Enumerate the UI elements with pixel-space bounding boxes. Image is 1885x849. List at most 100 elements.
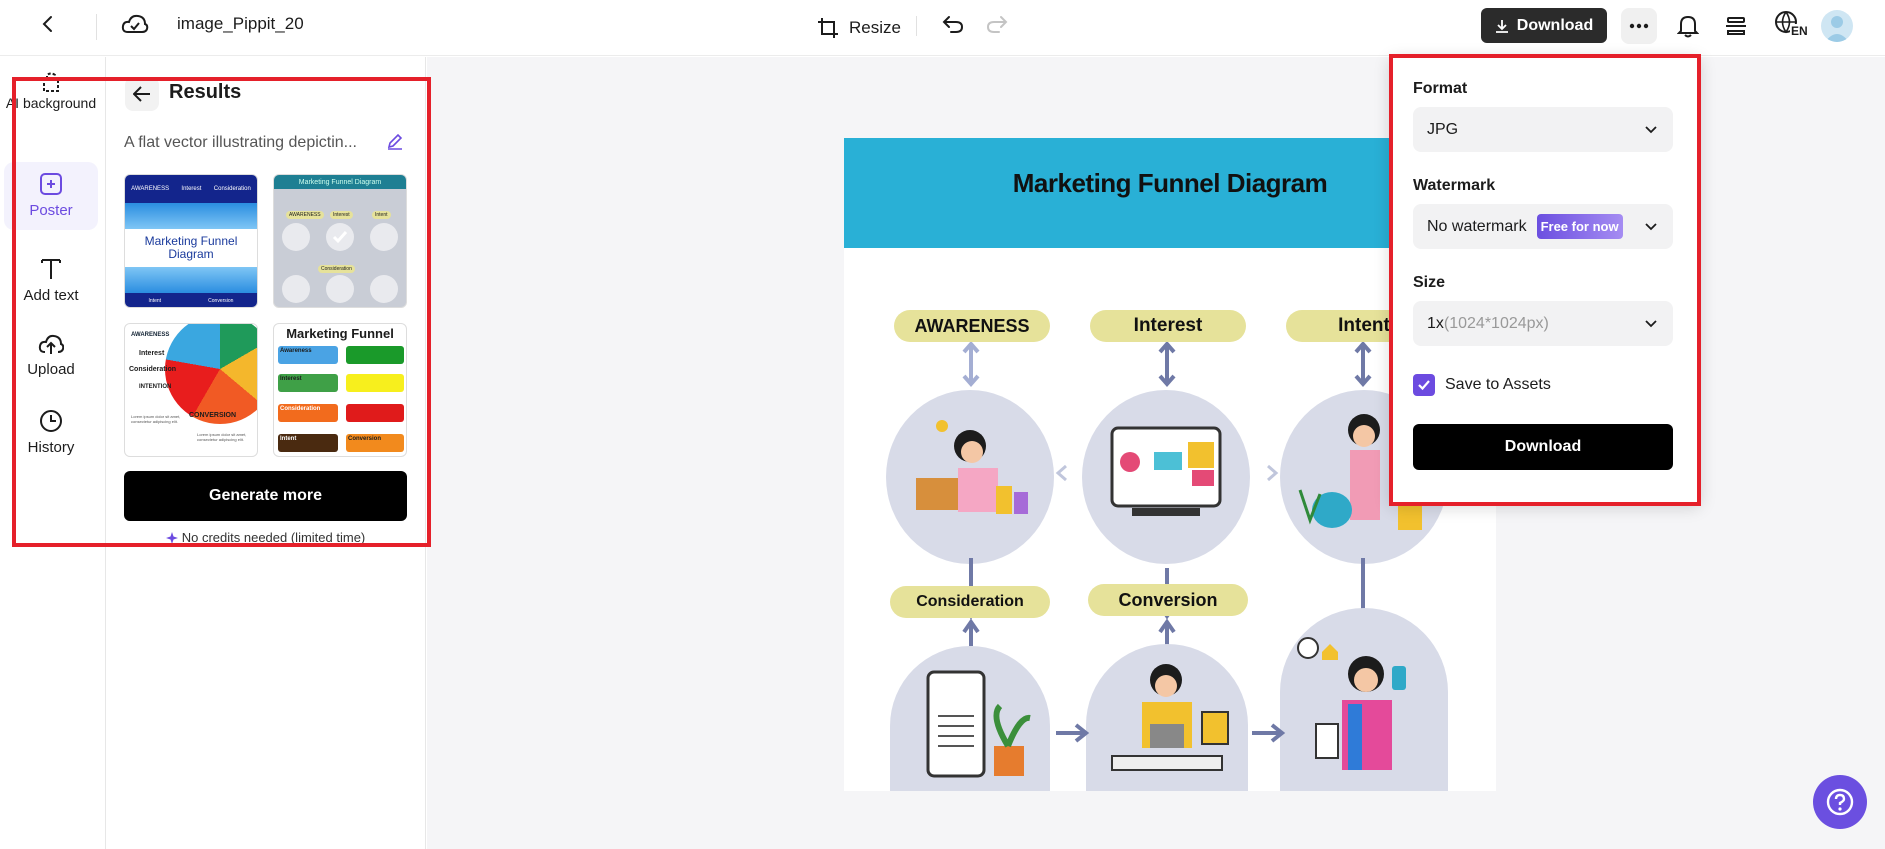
thumb-row: Interest — [278, 374, 338, 392]
more-button[interactable] — [1621, 8, 1657, 44]
credits-note-text: No credits needed (limited time) — [181, 530, 366, 545]
thumb-tag: CONVERSION — [189, 412, 237, 419]
chevron-down-icon — [1645, 320, 1657, 328]
free-badge: Free for now — [1536, 214, 1623, 239]
thumb-circle — [370, 223, 398, 251]
illustration-loyalty — [1280, 608, 1448, 791]
header-download-label: Download — [1516, 16, 1594, 34]
help-button[interactable] — [1813, 775, 1867, 829]
result-thumbnail-2[interactable]: Marketing Funnel Diagram AWARENESS Inter… — [273, 174, 407, 308]
resize-icon — [818, 18, 838, 38]
thumb-row: Awareness — [278, 346, 338, 364]
thumb-tag: Consideration — [129, 366, 177, 373]
results-back-button[interactable] — [125, 77, 159, 111]
back-button[interactable] — [30, 6, 66, 42]
woman-phone-shopping-icon — [1297, 637, 1406, 770]
thumb-graphic — [165, 324, 257, 424]
thumb-tag: AWARENESS — [286, 211, 324, 219]
notifications-button[interactable] — [1670, 8, 1706, 44]
chevron-left-icon — [42, 16, 52, 32]
watermark-select[interactable]: No watermark Free for now — [1413, 204, 1673, 249]
thumb-body-text: Lorem ipsum dolor sit amet, consectetur … — [197, 432, 247, 442]
stage-consideration: Consideration — [890, 586, 1050, 618]
thumb-row: Conversion — [346, 434, 404, 452]
file-name[interactable]: image_Pippit_20 — [177, 14, 304, 34]
sidebar-item-label: AI background — [5, 95, 97, 111]
thumb-tag: Interest — [330, 211, 353, 219]
cloud-save-button[interactable] — [117, 6, 153, 42]
watermark-value: No watermark — [1427, 217, 1527, 235]
language-code: EN — [1790, 24, 1809, 38]
check-icon — [1418, 380, 1430, 391]
thumb-row-bar — [346, 346, 404, 364]
panel-title: Results — [169, 81, 242, 103]
header-download-button[interactable]: Download — [1481, 8, 1607, 43]
thumb-circle — [370, 275, 398, 303]
thumb-circle — [326, 223, 354, 251]
format-value: JPG — [1427, 120, 1459, 138]
thumb-title: Marketing Funnel — [286, 326, 394, 341]
results-panel: Results A flat vector illustrating depic… — [107, 57, 426, 849]
layers-button[interactable] — [1718, 8, 1754, 44]
stage-awareness: AWARENESS — [894, 310, 1050, 342]
watermark-label: Watermark — [1413, 177, 1496, 194]
thumb-band — [125, 267, 257, 293]
sidebar-item-label: Upload — [27, 361, 75, 378]
sidebar-item-upload[interactable]: Upload — [4, 333, 98, 393]
language-button[interactable]: EN — [1774, 10, 1809, 38]
size-detail: (1024*1024px) — [1443, 314, 1549, 332]
chevron-down-icon — [1645, 223, 1657, 231]
format-select[interactable]: JPG — [1413, 107, 1673, 152]
sidebar-item-add-text[interactable]: Add text — [4, 257, 98, 317]
thumb-title: Marketing Funnel Diagram — [144, 234, 238, 261]
prompt-text: A flat vector illustrating depictin... — [124, 134, 357, 151]
format-label: Format — [1413, 80, 1468, 97]
poster-icon — [40, 173, 62, 195]
text-icon — [41, 259, 61, 279]
thumb-row-bar — [346, 404, 404, 422]
avatar[interactable] — [1821, 10, 1853, 42]
resize-button[interactable]: Resize — [817, 12, 901, 44]
size-select[interactable]: 1x (1024*1024px) — [1413, 301, 1673, 346]
divider — [96, 14, 97, 40]
save-to-assets-option[interactable]: Save to Assets — [1413, 374, 1551, 396]
size-value: 1x — [1427, 314, 1444, 332]
sidebar-item-ai-background[interactable]: AI background — [4, 71, 98, 151]
sidebar-item-history[interactable]: History — [4, 409, 98, 469]
thumb-header: AWARENESS Interest Consideration — [125, 175, 257, 203]
resize-label: Resize — [849, 18, 901, 37]
left-sidebar: AI background Poster Add text Upload His… — [0, 57, 106, 849]
thumb-circle — [282, 223, 310, 251]
redo-button[interactable] — [979, 6, 1015, 42]
thumb-row: Intent — [278, 434, 338, 452]
cloud-icon — [121, 14, 149, 33]
stage-interest: Interest — [1090, 310, 1246, 342]
download-icon — [1495, 19, 1508, 33]
pencil-icon — [387, 133, 403, 150]
thumb-band — [125, 203, 257, 229]
size-label: Size — [1413, 274, 1446, 291]
top-bar: image_Pippit_20 Resize Download EN — [0, 0, 1885, 56]
generate-more-button[interactable]: Generate more — [124, 471, 407, 521]
result-thumbnail-3[interactable]: AWARENESS Interest Consideration INTENTI… — [124, 323, 258, 457]
arrow-left-icon — [133, 86, 150, 102]
thumb-tag: Conversion — [208, 298, 234, 304]
thumb-body-text: Lorem ipsum dolor sit amet, consectetur … — [131, 414, 181, 424]
save-checkbox[interactable] — [1413, 374, 1435, 396]
redo-icon — [986, 16, 1008, 33]
sidebar-item-label: History — [27, 439, 75, 456]
result-thumbnail-1[interactable]: AWARENESS Interest Consideration Marketi… — [124, 174, 258, 308]
download-button[interactable]: Download — [1413, 424, 1673, 470]
thumb-row: Consideration — [278, 404, 338, 422]
thumb-tag: Interest — [181, 186, 202, 192]
thumb-tag: Interest — [139, 350, 165, 357]
undo-button[interactable] — [935, 6, 971, 42]
chevron-down-icon — [1645, 126, 1657, 134]
thumb-row-bar — [346, 374, 404, 392]
sidebar-item-poster[interactable]: Poster — [4, 162, 98, 230]
result-thumbnail-4[interactable]: Marketing Funnel Awareness Interest Cons… — [273, 323, 407, 457]
thumb-tag: AWARENESS — [131, 332, 170, 338]
arrows-right-row-2 — [1056, 723, 1286, 743]
edit-prompt-button[interactable] — [386, 132, 404, 155]
thumb-tag: AWARENESS — [131, 186, 170, 192]
